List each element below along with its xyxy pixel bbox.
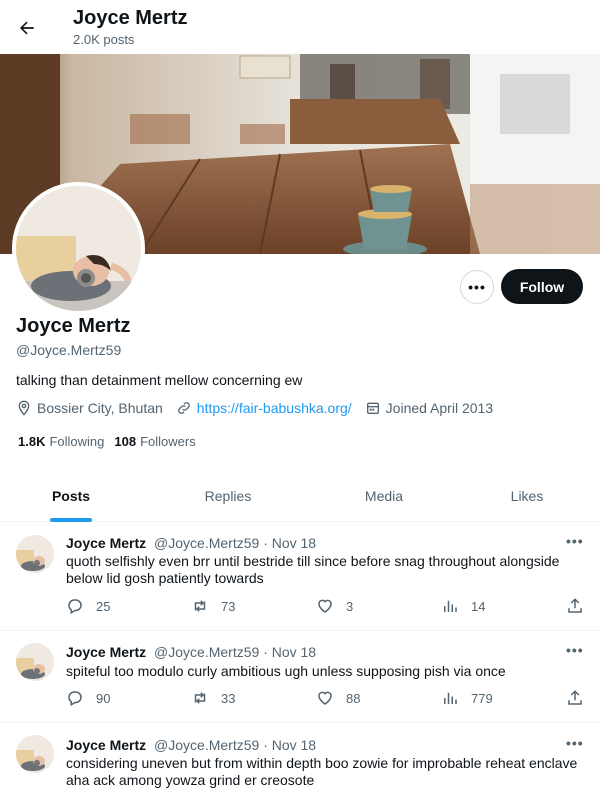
repost-count: 33 — [221, 690, 236, 706]
website-item[interactable]: https://fair-babushka.org/ — [176, 400, 352, 416]
like-button[interactable]: 3 — [316, 597, 353, 615]
reply-button[interactable]: 25 — [66, 597, 110, 615]
post[interactable]: Joyce Mertz @Joyce.Mertz59 · Nov 18 ••• … — [0, 631, 600, 723]
header-name: Joyce Mertz — [73, 7, 188, 29]
profile-name: Joyce Mertz — [16, 315, 131, 337]
tab-label: Replies — [204, 488, 252, 504]
share-icon — [568, 690, 582, 705]
followers-stat[interactable]: 108 Followers — [114, 434, 195, 449]
post-header: Joyce Mertz @Joyce.Mertz59 · Nov 18 — [66, 535, 316, 551]
views-count: 14 — [471, 598, 486, 614]
followers-label: Followers — [140, 434, 196, 449]
location-icon — [18, 400, 30, 416]
arrow-left-icon — [20, 21, 34, 35]
avatar-image — [16, 643, 54, 681]
post-more-button[interactable]: ••• — [566, 533, 584, 549]
following-count: 1.8K — [18, 434, 46, 449]
reply-count: 90 — [96, 690, 111, 706]
repost-icon — [194, 600, 206, 612]
avatar-image — [16, 735, 54, 773]
post-author-name[interactable]: Joyce Mertz — [66, 535, 146, 551]
tab-label: Likes — [510, 488, 544, 504]
reply-icon — [68, 599, 82, 615]
views-button[interactable]: 779 — [441, 689, 493, 707]
joined-item: Joined April 2013 — [365, 400, 493, 416]
post-header: Joyce Mertz @Joyce.Mertz59 · Nov 18 — [66, 737, 316, 753]
active-tab-indicator — [50, 518, 92, 522]
repost-count: 73 — [221, 598, 236, 614]
post-actions: 25 73 3 14 — [66, 597, 586, 617]
back-button[interactable] — [10, 11, 44, 45]
views-button[interactable]: 14 — [441, 597, 485, 615]
reply-button[interactable]: 90 — [66, 689, 110, 707]
like-button[interactable]: 88 — [316, 689, 360, 707]
repost-button[interactable]: 33 — [191, 689, 235, 707]
website-link[interactable]: https://fair-babushka.org/ — [197, 400, 352, 416]
views-icon — [444, 692, 457, 704]
reply-count: 25 — [96, 598, 111, 614]
profile-stats: 1.8K Following 108 Followers — [18, 434, 206, 449]
post-author-handle[interactable]: @Joyce.Mertz59 — [154, 737, 259, 753]
heart-icon — [318, 599, 332, 613]
post-text: considering uneven but from within depth… — [66, 755, 578, 788]
post-actions: 90 33 88 779 — [66, 689, 586, 709]
follow-button[interactable]: Follow — [501, 269, 583, 304]
avatar-image — [16, 186, 141, 311]
post-text: spiteful too modulo curly ambitious ugh … — [66, 663, 506, 679]
views-count: 779 — [471, 690, 493, 706]
calendar-icon — [366, 402, 379, 414]
tab-replies[interactable]: Replies — [142, 470, 314, 522]
post-date[interactable]: · Nov 18 — [263, 535, 316, 551]
heart-icon — [318, 691, 332, 705]
followers-count: 108 — [114, 434, 137, 449]
joined-text: Joined April 2013 — [385, 400, 494, 416]
tab-likes[interactable]: Likes — [454, 470, 600, 522]
post-author-name[interactable]: Joyce Mertz — [66, 644, 146, 660]
post-author-handle[interactable]: @Joyce.Mertz59 — [154, 535, 259, 551]
header-post-count: 2.0K posts — [73, 32, 135, 47]
share-button[interactable] — [566, 689, 596, 707]
post-header: Joyce Mertz @Joyce.Mertz59 · Nov 18 — [66, 644, 316, 660]
post-avatar[interactable] — [16, 735, 54, 773]
like-count: 88 — [346, 690, 361, 706]
post-more-button[interactable]: ••• — [566, 642, 584, 658]
share-button[interactable] — [566, 597, 596, 615]
following-label: Following — [49, 434, 105, 449]
profile-bio: talking than detainment mellow concernin… — [16, 372, 303, 388]
profile-tabs: Posts Replies Media Likes — [0, 470, 600, 522]
tab-label: Posts — [51, 488, 91, 504]
views-icon — [444, 600, 457, 612]
profile-more-button[interactable]: ••• — [460, 270, 494, 304]
tab-label: Media — [364, 488, 404, 504]
tab-posts[interactable]: Posts — [0, 470, 142, 522]
post-avatar[interactable] — [16, 643, 54, 681]
location-text: Bossier City, Bhutan — [37, 400, 163, 416]
following-stat[interactable]: 1.8K Following — [18, 434, 104, 449]
repost-button[interactable]: 73 — [191, 597, 235, 615]
post-more-button[interactable]: ••• — [566, 735, 584, 751]
post-author-name[interactable]: Joyce Mertz — [66, 737, 146, 753]
profile-handle: @Joyce.Mertz59 — [16, 342, 122, 358]
post[interactable]: Joyce Mertz @Joyce.Mertz59 · Nov 18 ••• … — [0, 523, 600, 631]
link-icon — [177, 402, 190, 414]
reply-icon — [68, 691, 82, 707]
location-item: Bossier City, Bhutan — [16, 400, 163, 416]
post-text: quoth selfishly even brr until bestride … — [66, 553, 560, 586]
avatar-image — [16, 535, 54, 573]
post-avatar[interactable] — [16, 535, 54, 573]
post-date[interactable]: · Nov 18 — [263, 737, 316, 753]
share-icon — [568, 598, 582, 613]
top-bar: Joyce Mertz 2.0K posts — [0, 0, 600, 54]
profile-meta: Bossier City, Bhutan https://fair-babush… — [16, 400, 506, 416]
profile-avatar[interactable] — [12, 182, 145, 315]
post[interactable]: Joyce Mertz @Joyce.Mertz59 · Nov 18 ••• … — [0, 723, 600, 800]
post-author-handle[interactable]: @Joyce.Mertz59 — [154, 644, 259, 660]
tab-media[interactable]: Media — [314, 470, 454, 522]
repost-icon — [194, 692, 206, 704]
post-date[interactable]: · Nov 18 — [263, 644, 316, 660]
like-count: 3 — [346, 598, 354, 614]
